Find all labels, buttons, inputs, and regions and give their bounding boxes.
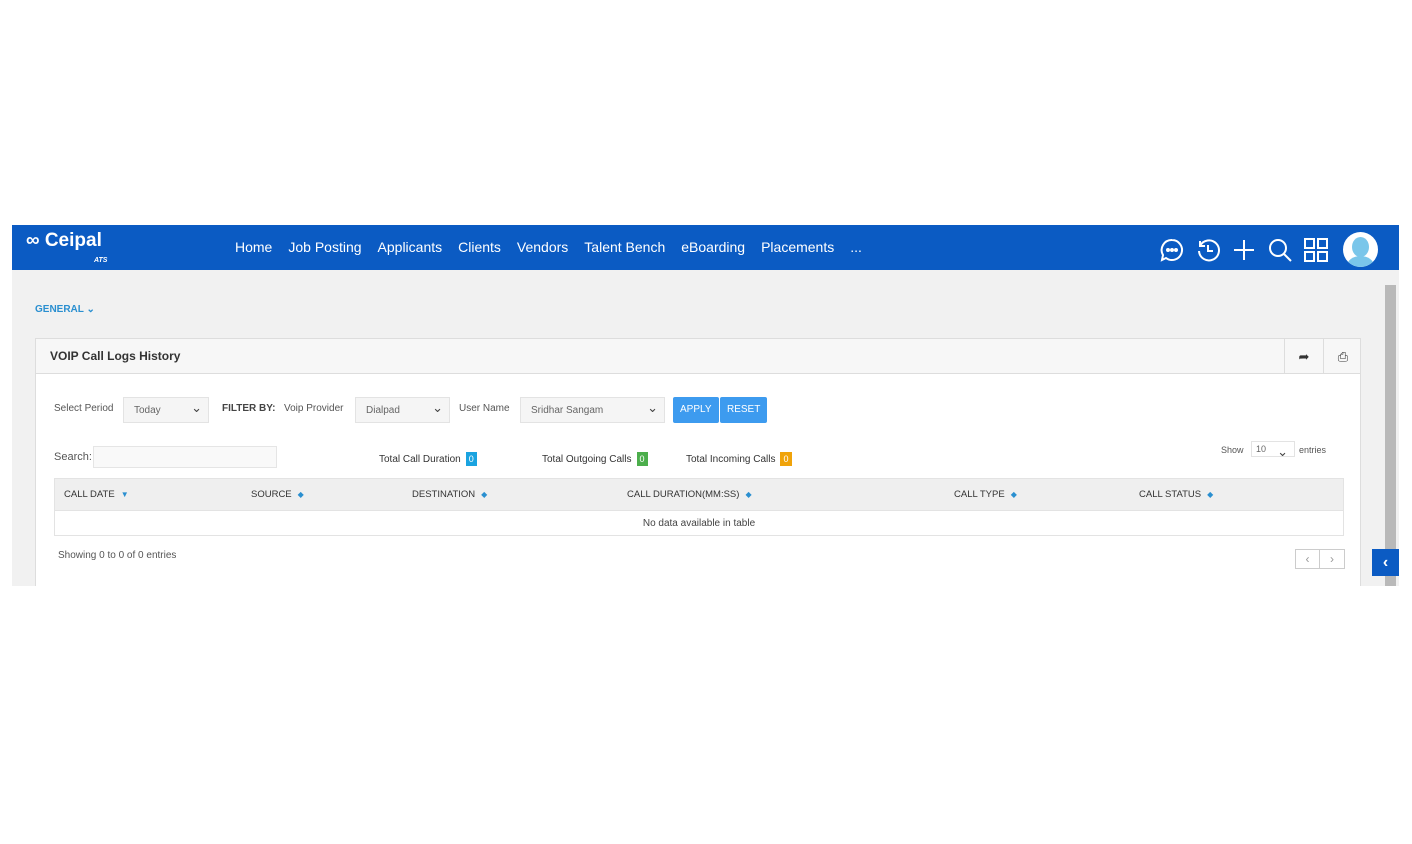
user-label: User Name xyxy=(459,403,510,414)
apply-button[interactable]: APPLY xyxy=(673,397,719,423)
period-label: Select Period xyxy=(54,403,114,414)
chevron-left-icon: ‹ xyxy=(1382,554,1389,571)
sort-icon: ◆ xyxy=(745,490,752,499)
stat-outgoing: Total Outgoing Calls 0 xyxy=(542,452,648,466)
show-label: Show xyxy=(1221,445,1244,455)
nav-home[interactable]: Home xyxy=(235,239,272,255)
period-select[interactable]: Today xyxy=(123,397,209,423)
nav-eboarding[interactable]: eBoarding xyxy=(681,239,745,255)
nav-talent-bench[interactable]: Talent Bench xyxy=(584,239,665,255)
user-select[interactable]: Sridhar Sangam xyxy=(520,397,665,423)
next-page-button[interactable]: › xyxy=(1320,550,1344,568)
entries-select[interactable]: 10 xyxy=(1251,441,1295,460)
sort-icon: ◆ xyxy=(1207,490,1214,499)
share-icon: ➦ xyxy=(1298,348,1310,364)
side-panel-toggle[interactable]: ‹ xyxy=(1372,549,1399,576)
entries-label: entries xyxy=(1299,445,1327,455)
search-label: Search: xyxy=(54,451,92,463)
apps-grid-icon[interactable] xyxy=(1303,237,1329,263)
logo[interactable]: ∞ Ceipal ATS xyxy=(26,230,107,264)
print-button[interactable]: ⎙ xyxy=(1323,339,1362,374)
sort-icon: ◆ xyxy=(481,490,488,499)
call-logs-table: CALL DATE ▼ SOURCE ◆ DESTINATION ◆ CALL DUR… xyxy=(54,478,1344,536)
history-icon[interactable] xyxy=(1195,237,1221,263)
reset-button[interactable]: RESET xyxy=(720,397,768,423)
nav-applicants[interactable]: Applicants xyxy=(378,239,443,255)
print-icon: ⎙ xyxy=(1337,348,1349,364)
nav-job-posting[interactable]: Job Posting xyxy=(288,239,361,255)
scrollbar[interactable] xyxy=(1384,275,1397,586)
provider-label: Voip Provider xyxy=(284,403,344,414)
sort-icon: ◆ xyxy=(297,490,304,499)
col-call-status[interactable]: CALL STATUS ◆ xyxy=(1139,489,1213,500)
stat-incoming: Total Incoming Calls 0 xyxy=(686,452,792,466)
provider-select[interactable]: Dialpad xyxy=(355,397,450,423)
panel-title: VOIP Call Logs History xyxy=(50,349,181,363)
prev-page-button[interactable]: ‹ xyxy=(1296,550,1320,568)
search-input[interactable] xyxy=(93,446,277,468)
call-logs-panel: VOIP Call Logs History ➦ ⎙ Select Period… xyxy=(35,338,1361,586)
col-source[interactable]: SOURCE ◆ xyxy=(251,489,304,500)
main-menu: Home Job Posting Applicants Clients Vend… xyxy=(235,239,862,255)
table-info: Showing 0 to 0 of 0 entries xyxy=(58,550,177,561)
scrollbar-thumb[interactable] xyxy=(1385,285,1396,586)
pagination: ‹ › xyxy=(1295,549,1345,569)
filter-by-label: FILTER BY: xyxy=(222,403,276,414)
col-call-date[interactable]: CALL DATE ▼ xyxy=(64,489,129,500)
col-call-type[interactable]: CALL TYPE ◆ xyxy=(954,489,1017,500)
plus-icon[interactable] xyxy=(1231,237,1257,263)
panel-header: VOIP Call Logs History ➦ ⎙ xyxy=(36,339,1360,374)
sort-desc-icon: ▼ xyxy=(120,490,129,499)
top-nav: ∞ Ceipal ATS Home Job Posting Applicants … xyxy=(12,225,1399,270)
nav-clients[interactable]: Clients xyxy=(458,239,501,255)
app: ∞ Ceipal ATS Home Job Posting Applicants … xyxy=(12,225,1399,586)
chat-icon[interactable] xyxy=(1159,237,1185,263)
table-header: CALL DATE ▼ SOURCE ◆ DESTINATION ◆ CALL DUR… xyxy=(55,479,1343,510)
general-dropdown[interactable]: GENERAL ⌄ xyxy=(35,304,95,315)
nav-placements[interactable]: Placements xyxy=(761,239,834,255)
stat-total-duration: Total Call Duration 0 xyxy=(379,452,477,466)
col-destination[interactable]: DESTINATION ◆ xyxy=(412,489,487,500)
sort-icon: ◆ xyxy=(1010,490,1017,499)
search-icon[interactable] xyxy=(1267,237,1293,263)
nav-vendors[interactable]: Vendors xyxy=(517,239,568,255)
share-button[interactable]: ➦ xyxy=(1284,339,1323,374)
col-call-duration[interactable]: CALL DURATION(MM:SS) ◆ xyxy=(627,489,752,500)
avatar[interactable] xyxy=(1343,232,1378,267)
empty-row: No data available in table xyxy=(55,510,1343,535)
nav-icons xyxy=(1159,232,1378,267)
nav-more[interactable]: ... xyxy=(850,239,862,255)
